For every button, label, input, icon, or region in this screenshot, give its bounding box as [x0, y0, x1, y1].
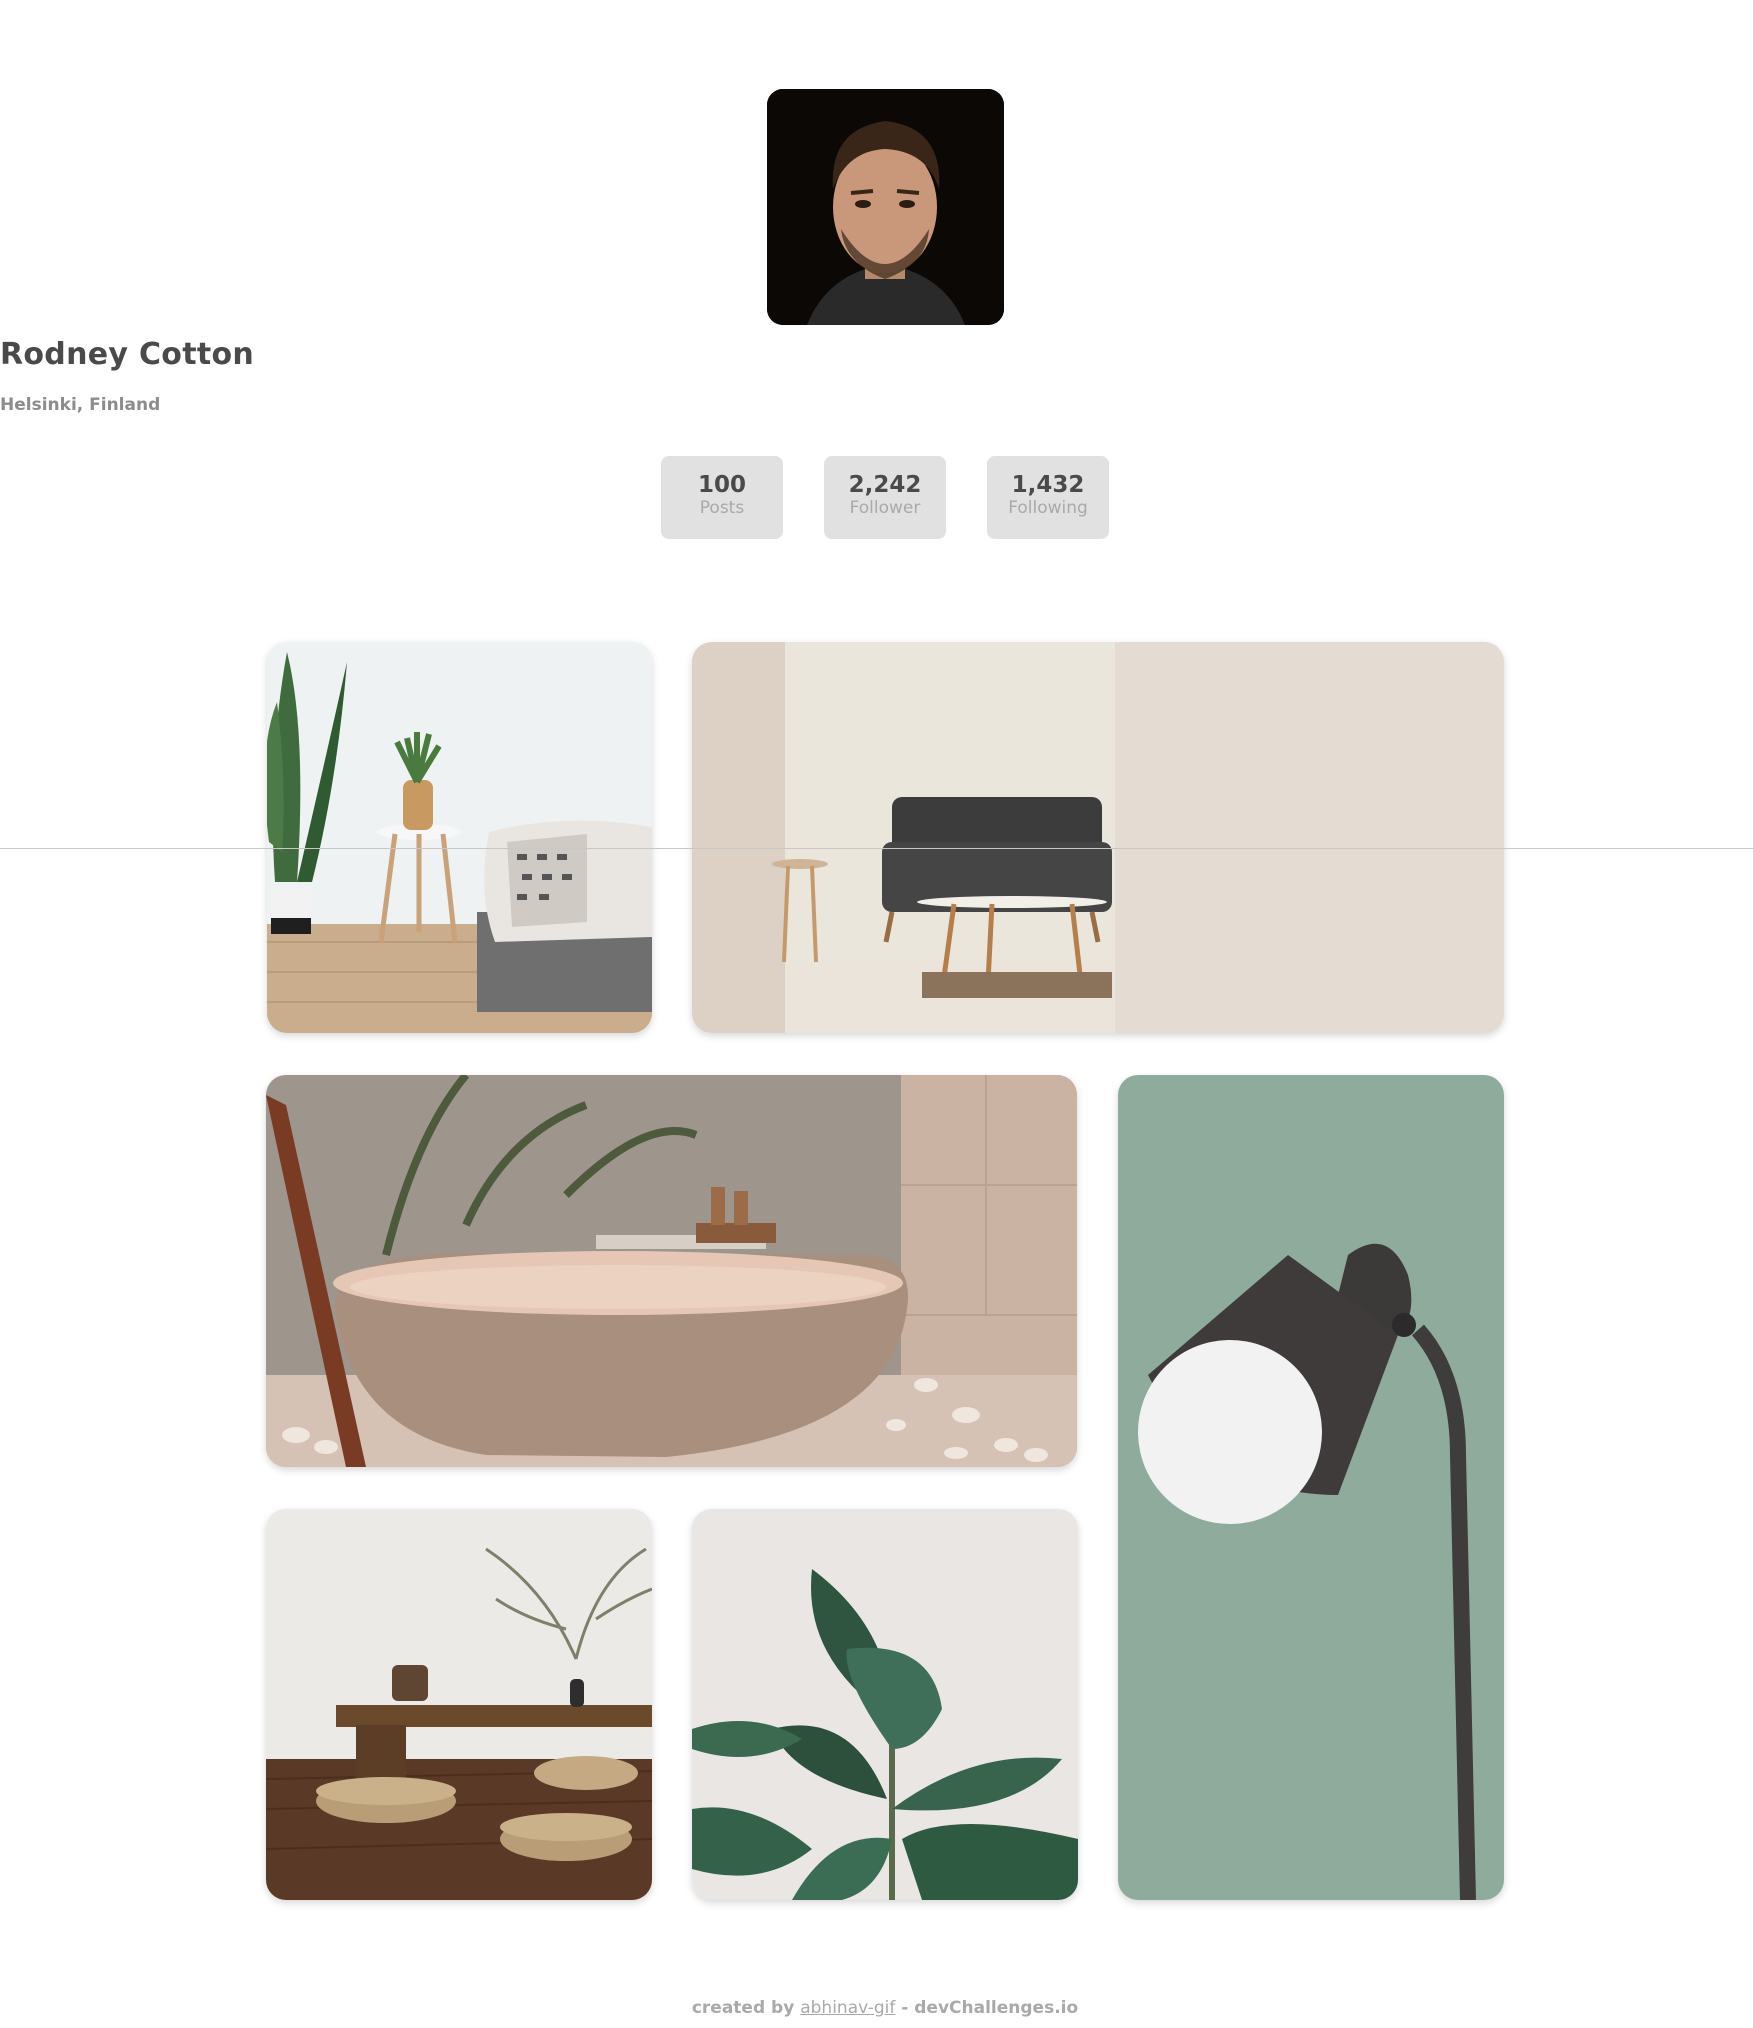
gallery-tile-living-room[interactable] — [692, 642, 1504, 1033]
profile-location: Helsinki, Finland — [0, 395, 161, 415]
footer-site: devChallenges.io — [914, 1998, 1079, 2018]
gallery-tile-bathtub[interactable] — [266, 1075, 1077, 1467]
stat-following-label: Following — [1008, 498, 1088, 518]
stat-follower-value: 2,242 — [848, 472, 922, 498]
footer: created by abhinav-gif - devChallenges.i… — [0, 1998, 1753, 2018]
avatar — [767, 89, 1004, 325]
stat-following-value: 1,432 — [1011, 472, 1085, 498]
gallery-tile-bedroom[interactable] — [267, 642, 652, 1033]
stat-posts[interactable]: 100 Posts — [661, 456, 783, 539]
low-table-cushions-photo — [266, 1509, 652, 1900]
stat-posts-value: 100 — [697, 472, 746, 498]
stat-following[interactable]: 1,432 Following — [987, 456, 1109, 539]
gallery-tile-plant[interactable] — [692, 1509, 1078, 1900]
gallery-tile-lamp[interactable] — [1118, 1075, 1504, 1900]
footer-prefix: created by — [691, 1998, 795, 2018]
bathtub-photo — [266, 1075, 1077, 1467]
living-room-sofa-photo — [692, 642, 1504, 1033]
profile-name: Rodney Cotton — [0, 337, 255, 372]
author-link[interactable]: abhinav-gif — [800, 1998, 895, 2018]
stat-follower-label: Follower — [849, 498, 921, 518]
footer-separator: - — [901, 1998, 909, 2018]
avatar-photo — [767, 89, 1004, 325]
rubber-plant-photo — [692, 1509, 1078, 1900]
bedroom-plant-photo — [267, 642, 652, 1033]
stat-follower[interactable]: 2,242 Follower — [824, 456, 946, 539]
floor-lamp-photo — [1118, 1075, 1504, 1900]
divider-line — [0, 848, 1753, 849]
stat-posts-label: Posts — [699, 498, 745, 518]
gallery-tile-low-table[interactable] — [266, 1509, 652, 1900]
